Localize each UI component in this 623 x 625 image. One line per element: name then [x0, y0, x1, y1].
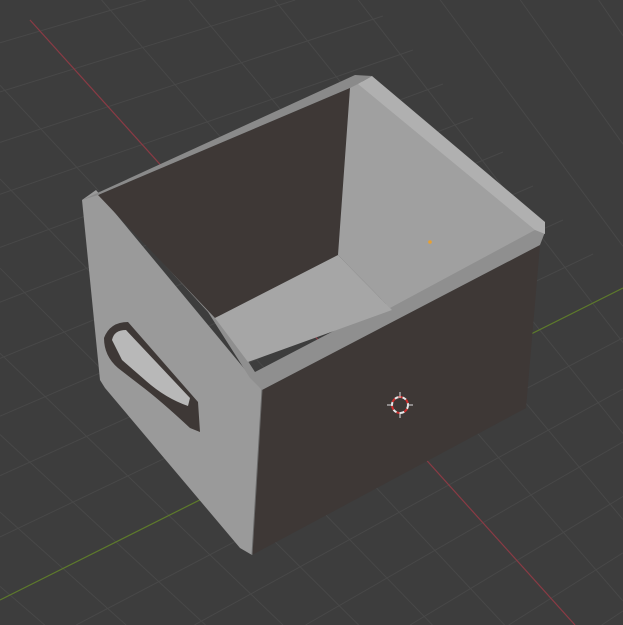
grid-line	[519, 0, 623, 145]
grid-line	[0, 585, 46, 625]
grid-line	[601, 610, 623, 625]
viewport-canvas[interactable]	[0, 0, 623, 625]
grid-line	[0, 0, 146, 44]
grid-line	[598, 0, 623, 36]
grid-line	[0, 0, 296, 93]
object-origin	[428, 240, 432, 244]
3d-viewport[interactable]	[0, 0, 623, 625]
box-mesh[interactable]	[82, 75, 545, 556]
